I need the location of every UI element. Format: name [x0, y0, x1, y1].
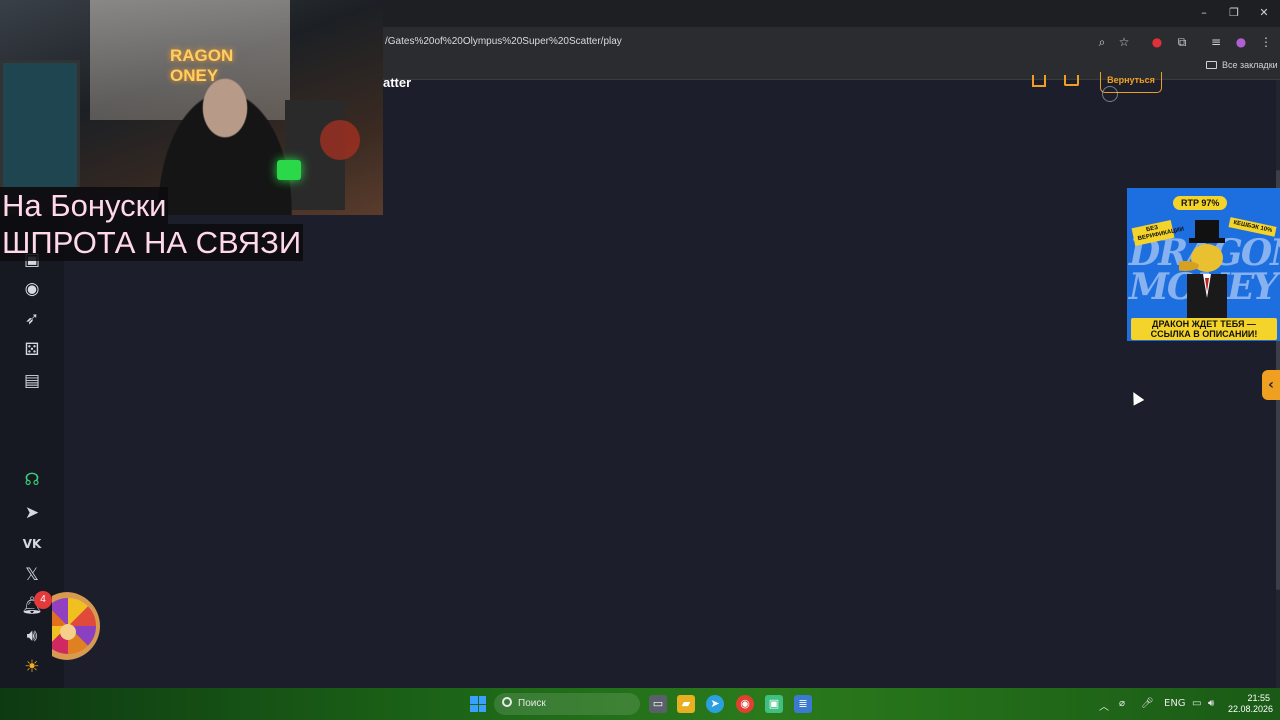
minimize-icon[interactable]: – [1196, 6, 1212, 20]
display-icon[interactable]: ▭ [1192, 698, 1201, 709]
restore-icon[interactable]: ❐ [1226, 6, 1242, 20]
overlay-line-1: На Бонуски [0, 187, 169, 224]
app-icon[interactable]: ▣ [765, 695, 783, 713]
loading-spinner-icon [1102, 86, 1118, 102]
clock-date: 22.08.2026 [1228, 704, 1274, 714]
support-headset-icon[interactable]: ☊ [20, 468, 44, 492]
tray-chevron-up-icon[interactable]: ︿ [1099, 698, 1109, 713]
microphone-icon[interactable]: 🎤︎ [1141, 698, 1154, 709]
extensions-icon[interactable]: ⧉ [1174, 34, 1190, 50]
overlay-line-2: ШПРОТА НА СВЯЗИ [0, 224, 304, 261]
lamp-icon[interactable]: ☀ [20, 655, 44, 679]
slots-icon[interactable]: ▤ [20, 369, 44, 393]
webcam-overlay: RAGON ONEY [0, 0, 383, 215]
chrome-icon[interactable]: ◉ [736, 695, 754, 713]
chevron-left-icon[interactable]: ‹ [1262, 370, 1280, 400]
language-indicator[interactable]: ENG [1164, 698, 1186, 709]
dice-icon[interactable]: ⚄ [20, 338, 44, 362]
promo-banner[interactable]: DRAGON MONEY RTP 97% БЕЗ ВЕРИФИКАЦИИ КЕШ… [1127, 188, 1280, 341]
tray-network-icon[interactable]: ⌀ [1119, 698, 1125, 709]
taskbar-clock[interactable]: 21:55 22.08.2026 [1228, 693, 1274, 715]
fullscreen-icon[interactable] [1032, 75, 1046, 87]
close-icon[interactable]: ✕ [1256, 6, 1272, 20]
window-mode-icon[interactable] [1064, 75, 1079, 86]
zoom-icon[interactable]: ⌕ [1094, 34, 1110, 50]
all-bookmarks-label: Все закладки [1222, 60, 1278, 70]
clock-time: 21:55 [1247, 693, 1270, 703]
stream-overlay-text: На Бонуски ШПРОТА НА СВЯЗИ [0, 187, 304, 261]
bookmark-star-icon[interactable]: ☆ [1116, 34, 1132, 50]
task-view-icon[interactable]: ▭ [649, 695, 667, 713]
search-icon [502, 697, 512, 707]
vk-icon[interactable]: VK [20, 532, 44, 556]
media-queue-icon[interactable]: ≡ [1208, 34, 1224, 50]
x-twitter-icon[interactable]: 𝕏 [20, 563, 44, 587]
rocket-icon[interactable]: ➶ [20, 307, 44, 331]
telegram-app-icon[interactable]: ➤ [706, 695, 724, 713]
volume-icon[interactable]: 🔊︎ [1208, 698, 1214, 709]
notification-badge: 4 [34, 591, 52, 609]
game-title: atter [383, 75, 412, 90]
browser-menu-icon[interactable]: ⋮ [1258, 34, 1274, 50]
notepad-icon[interactable]: ≣ [794, 695, 812, 713]
extension-shield-icon[interactable]: ● [1149, 34, 1165, 50]
sound-icon[interactable]: 🔊︎ [20, 624, 44, 648]
crash-icon[interactable]: ◉ [20, 277, 44, 301]
url-text[interactable]: /Gates%20of%20Olympus%20Super%20Scatter/… [385, 36, 622, 47]
promo-rtp-badge: RTP 97% [1173, 196, 1228, 210]
taskbar-search[interactable]: Поиск [494, 693, 640, 715]
dragon-mascot-icon [1179, 220, 1227, 318]
folder-icon [1206, 61, 1217, 69]
profile-avatar-icon[interactable]: ● [1233, 34, 1249, 50]
telegram-icon[interactable]: ➤ [20, 501, 44, 525]
windows-start-icon[interactable] [470, 696, 486, 712]
windows-taskbar [0, 688, 1280, 720]
file-explorer-icon[interactable]: ▰ [677, 695, 695, 713]
all-bookmarks-button[interactable]: Все закладки [1206, 60, 1278, 70]
promo-cta: ДРАКОН ЖДЕТ ТЕБЯ — ССЫЛКА В ОПИСАНИИ! [1131, 318, 1277, 340]
